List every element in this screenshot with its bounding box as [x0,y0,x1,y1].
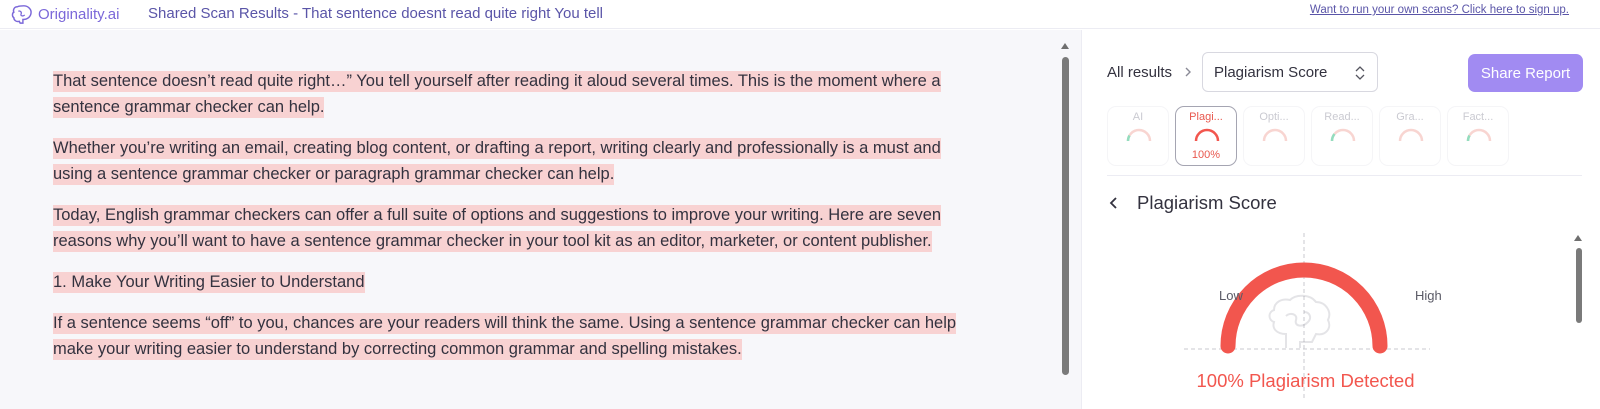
tab-value: 100% [1191,149,1221,161]
tab-ai[interactable]: AI [1107,106,1169,166]
mini-gauge-icon [1466,128,1492,142]
score-type-select-value: Plagiarism Score [1214,63,1328,81]
brain-icon [11,5,32,24]
score-detail-title: Plagiarism Score [1137,192,1277,213]
mini-gauge-icon [1194,128,1220,142]
results-pane: All results Plagiarism Score Share Repor… [1081,30,1600,409]
tab-readability[interactable]: Read... [1311,106,1373,166]
brand-name: Originality.ai [38,5,120,23]
gauge-low-label: Low [1219,288,1243,303]
tab-label: Read... [1324,111,1360,123]
document-content: That sentence doesn’t read quite right…”… [53,68,973,377]
chevron-right-icon [1185,67,1191,77]
score-type-select[interactable]: Plagiarism Score [1202,52,1378,92]
document-scroll-up-arrow[interactable] [1061,43,1069,49]
highlighted-text[interactable]: Today, English grammar checkers can offe… [53,205,942,252]
mini-gauge-icon [1126,128,1152,142]
highlighted-text[interactable]: If a sentence seems “off” to you, chance… [53,313,957,360]
tab-label: Opti... [1259,111,1289,123]
results-scrollbar[interactable] [1576,248,1582,323]
document-paragraph: If a sentence seems “off” to you, chance… [53,310,973,362]
document-heading: 1. Make Your Writing Easier to Understan… [53,269,973,295]
mini-gauge-icon [1330,128,1356,142]
top-bar: Originality.ai Shared Scan Results - Tha… [0,0,1600,29]
brain-watermark-icon [1268,294,1331,348]
document-paragraph: Today, English grammar checkers can offe… [53,202,973,254]
breadcrumb-all-results[interactable]: All results [1107,64,1172,81]
page-title: Shared Scan Results - That sentence does… [148,5,604,22]
signup-link[interactable]: Want to run your own scans? Click here t… [1310,4,1569,16]
score-tabs: AI Plagi... 100% Opti... Read... Gra... … [1107,106,1509,166]
brand-logo[interactable]: Originality.ai [11,4,119,24]
tab-optimization[interactable]: Opti... [1243,106,1305,166]
highlighted-text[interactable]: That sentence doesn’t read quite right…”… [53,71,941,118]
tab-label: Gra... [1396,111,1424,123]
tab-plagiarism[interactable]: Plagi... 100% [1175,106,1237,166]
chevron-left-icon[interactable] [1109,196,1119,210]
tab-fact-check[interactable]: Fact... [1447,106,1509,166]
highlighted-text[interactable]: Whether you’re writing an email, creatin… [53,138,941,185]
share-report-button[interactable]: Share Report [1468,54,1583,92]
mini-gauge-icon [1398,128,1424,142]
divider [1107,175,1582,176]
mini-gauge-icon [1262,128,1288,142]
document-paragraph: That sentence doesn’t read quite right…”… [53,68,973,120]
tab-label: Plagi... [1189,111,1223,123]
gauge-high-label: High [1415,288,1442,303]
tab-grammar[interactable]: Gra... [1379,106,1441,166]
highlighted-text[interactable]: 1. Make Your Writing Easier to Understan… [53,272,365,293]
results-scroll-up-arrow[interactable] [1574,235,1582,241]
tab-label: Fact... [1462,111,1494,123]
sort-arrows-icon [1355,66,1365,80]
document-pane: That sentence doesn’t read quite right…”… [0,30,1081,409]
tab-label: AI [1132,111,1144,123]
document-scrollbar[interactable] [1062,57,1069,375]
plagiarism-summary: 100% Plagiarism Detected [1196,370,1415,391]
document-paragraph: Whether you’re writing an email, creatin… [53,135,973,187]
